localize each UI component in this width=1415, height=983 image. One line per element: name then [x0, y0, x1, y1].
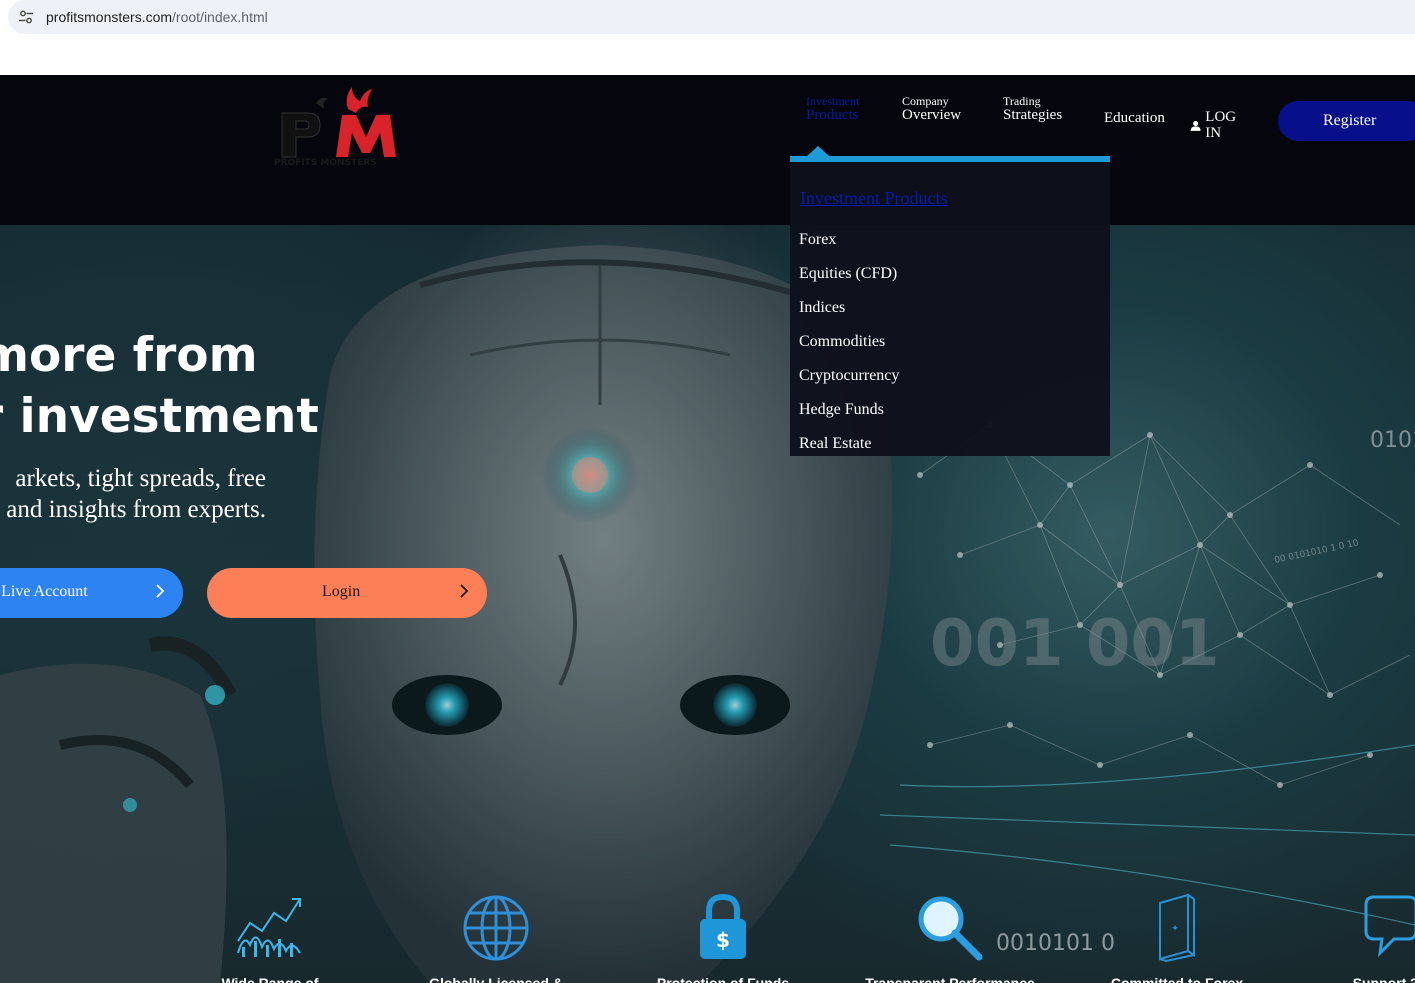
hero-title-line1: more from [0, 328, 258, 383]
globe-icon [463, 895, 529, 961]
hero-subtitle-line2: s and insights from experts. [0, 496, 266, 523]
url-text[interactable]: profitsmonsters.com/root/index.html [46, 9, 268, 25]
feature-item[interactable]: Transparent Performance [865, 893, 1035, 983]
feature-item[interactable]: Globally Licensed & [411, 893, 581, 983]
hero-subtitle: arkets, tight spreads, free s and insigh… [0, 463, 266, 525]
dropdown-item-cryptocurrency[interactable]: Cryptocurrency [799, 366, 899, 400]
dropdown-item-real-estate[interactable]: Real Estate [799, 434, 899, 468]
nav-company-overview[interactable]: Company Overview [902, 95, 961, 123]
chat-bubble-icon [1364, 895, 1415, 958]
nav-label-small: Company [902, 94, 949, 108]
nav-label-small: Investment [806, 94, 860, 108]
site-header: PROFITS MONSTERS Investment Products Com… [0, 75, 1415, 225]
nav-label-small: Trading [1003, 94, 1041, 108]
browser-address-bar[interactable]: profitsmonsters.com/root/index.html [8, 0, 1415, 34]
chart-growth-icon [237, 898, 301, 957]
feature-label: Wide Range of [221, 975, 319, 983]
feature-label: Transparent Performance [865, 975, 1035, 983]
user-icon [1190, 120, 1201, 131]
dropdown-list: Forex Equities (CFD) Indices Commodities… [799, 230, 899, 468]
feature-label: Committed to Forex [1110, 975, 1244, 983]
magnifier-icon [918, 896, 983, 961]
site-info-icon[interactable] [18, 9, 34, 25]
hero-title-line2: r investment [0, 389, 319, 444]
feature-item[interactable]: ✦ Committed to Forex [1092, 893, 1262, 983]
nav-investment-products[interactable]: Investment Products [806, 95, 859, 123]
feature-label: Globally Licensed & [429, 975, 563, 983]
nav-label-big: Products [806, 106, 859, 123]
dropdown-title-link[interactable]: Investment Products [800, 188, 947, 209]
login-label: LOG IN [1205, 109, 1237, 141]
open-live-account-label: en Live Account [0, 583, 88, 600]
dropdown-item-equities[interactable]: Equities (CFD) [799, 264, 899, 298]
investment-products-dropdown: Investment Products Forex Equities (CFD)… [790, 156, 1110, 456]
hero-subtitle-line1: arkets, tight spreads, free [15, 465, 266, 492]
profits-monsters-logo[interactable]: PROFITS MONSTERS [272, 85, 424, 167]
chevron-right-icon [460, 584, 469, 598]
nav-education[interactable]: Education [1104, 110, 1165, 127]
url-host: profitsmonsters.com [46, 9, 173, 25]
svg-text:$: $ [716, 928, 730, 952]
nav-login[interactable]: LOG IN [1190, 109, 1241, 142]
dropdown-item-commodities[interactable]: Commodities [799, 332, 899, 366]
feature-item[interactable]: $ Protection of Funds [638, 893, 808, 983]
logo-tagline: PROFITS MONSTERS [274, 158, 377, 167]
chevron-right-icon [156, 584, 165, 598]
feature-item[interactable]: Wide Range of [185, 893, 355, 983]
url-path: /root/index.html [172, 9, 268, 25]
nav-trading-strategies[interactable]: Trading Strategies [1003, 95, 1062, 123]
dropdown-item-forex[interactable]: Forex [799, 230, 899, 264]
open-live-account-button[interactable]: en Live Account [0, 568, 183, 618]
hero-section: 0101 001 001 0010101 0 00 0101010 1 0 10… [0, 225, 1415, 983]
feature-label: Support 24/7 [1352, 975, 1415, 983]
hero-login-label: Login [322, 583, 361, 600]
dropdown-caret [807, 146, 829, 156]
hero-login-button[interactable]: Login [207, 568, 487, 618]
book-icon: ✦ [1159, 893, 1195, 963]
dropdown-item-indices[interactable]: Indices [799, 298, 899, 332]
nav-label-big: Strategies [1003, 106, 1063, 123]
hero-title: more from r investment [0, 325, 319, 447]
padlock-dollar-icon: $ [700, 893, 746, 959]
dropdown-item-hedge-funds[interactable]: Hedge Funds [799, 400, 899, 434]
nav-label-big: Overview [902, 106, 962, 123]
register-button[interactable]: Register [1278, 101, 1415, 141]
feature-row: Wide Range of Globally Licensed & $ Prot… [0, 893, 1415, 983]
svg-text:✦: ✦ [1171, 924, 1179, 934]
feature-item[interactable]: Support 24/7 [1310, 893, 1415, 983]
feature-label: Protection of Funds [656, 975, 790, 983]
